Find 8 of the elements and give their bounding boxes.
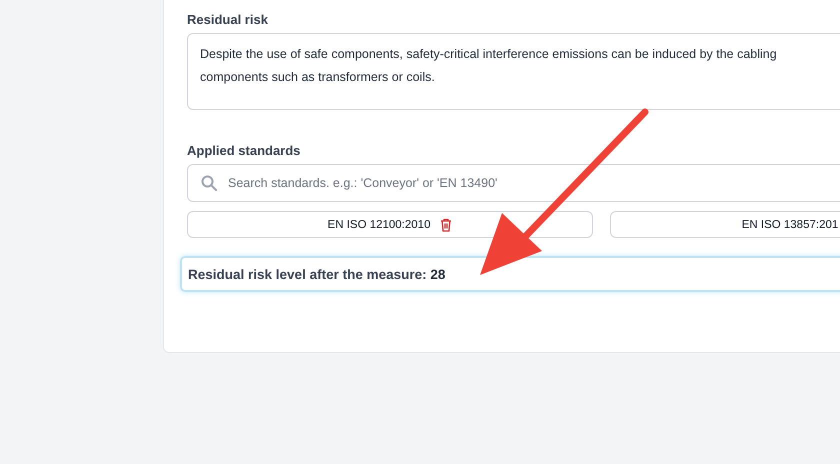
standard-chip[interactable]: EN ISO 12100:2010 <box>187 211 593 238</box>
search-field[interactable]: Search standards. e.g.: 'Conveyor' or 'EN 13490' <box>187 164 840 202</box>
field-label: Applied standards <box>187 143 302 158</box>
risk-level-text: Residual risk level after the measure: 28 <box>188 266 446 282</box>
residual-risk-textarea[interactable]: Despite the use of safe components, safety-critical interference emissions can be induced by the cabling components such as transformers or coils. <box>187 33 840 110</box>
standard-chip[interactable]: EN ISO 13857:201 <box>610 211 840 238</box>
trash-icon[interactable] <box>440 218 452 232</box>
field-label: Residual risk <box>187 12 269 27</box>
